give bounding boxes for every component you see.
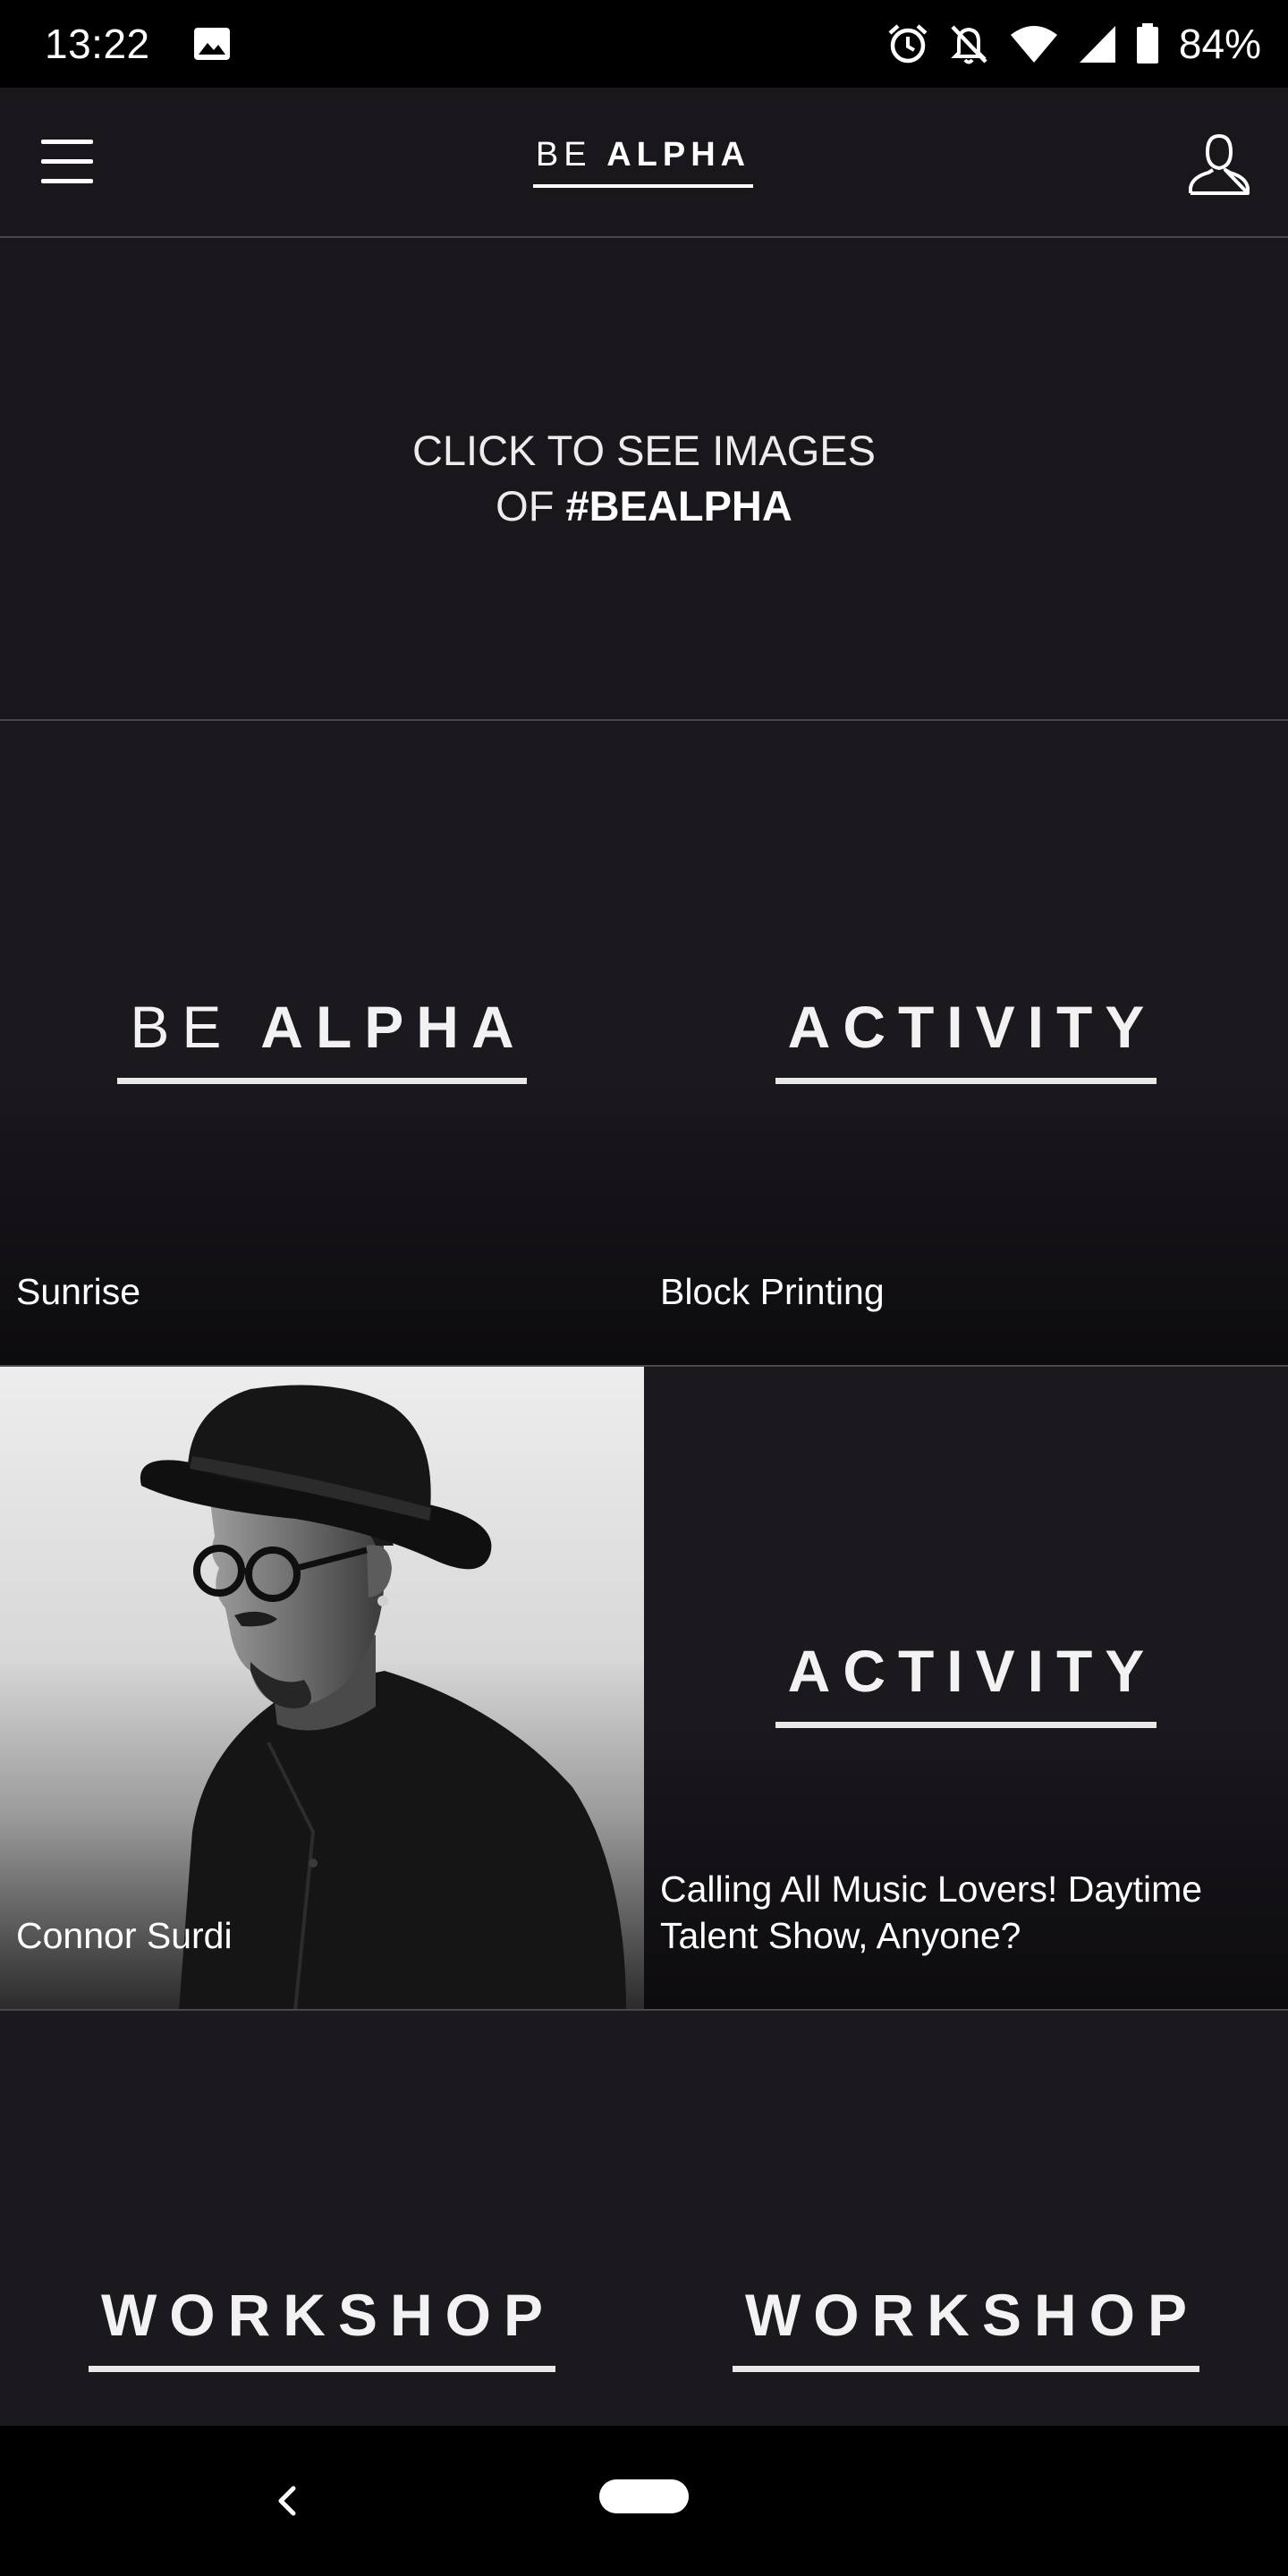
- event-tile[interactable]: WORKSHOP: [644, 2011, 1288, 2426]
- event-tile[interactable]: Connor Surdi: [0, 1367, 644, 2011]
- event-tile[interactable]: WORKSHOP: [0, 2011, 644, 2426]
- tile-caption: Calling All Music Lovers! Daytime Talent…: [660, 1868, 1203, 1956]
- banner-hashtag: #BEALPHA: [565, 482, 792, 530]
- logo-alpha: ALPHA: [606, 136, 751, 174]
- tile-caption: Connor Surdi: [16, 1915, 233, 1956]
- signal-icon: [1079, 26, 1115, 63]
- bealpha-images-banner[interactable]: CLICK TO SEE IMAGES OF #BEALPHA: [0, 238, 1288, 721]
- app-logo: BE ALPHA: [531, 134, 755, 190]
- logo-be: BE: [535, 136, 592, 174]
- back-chevron-icon[interactable]: [259, 2472, 317, 2529]
- activity-badge: ACTIVITY: [775, 991, 1157, 1084]
- banner-line-1: CLICK TO SEE IMAGES: [411, 427, 877, 474]
- user-profile-icon[interactable]: [1186, 131, 1252, 197]
- tile-caption: Sunrise: [16, 1271, 141, 1312]
- status-time: 13:22: [45, 21, 150, 67]
- alarm-icon: [888, 24, 928, 64]
- home-pill-icon[interactable]: [599, 2479, 689, 2513]
- bell-off-icon: [951, 25, 987, 64]
- event-tile[interactable]: BE ALPHA Sunrise: [0, 723, 644, 1367]
- wifi-icon: [1010, 26, 1057, 63]
- system-nav-bar: [0, 2426, 1288, 2576]
- hamburger-menu-icon[interactable]: [36, 132, 104, 191]
- event-tile[interactable]: ACTIVITY Block Printing: [644, 723, 1288, 1367]
- banner-line-2: OF #BEALPHA: [496, 482, 792, 530]
- app-header: BE ALPHA: [0, 88, 1288, 238]
- activity-badge: ACTIVITY: [775, 1635, 1157, 1728]
- workshop-badge: WORKSHOP: [89, 2279, 555, 2372]
- status-bar: 13:22 84%: [0, 0, 1288, 88]
- event-tile[interactable]: ACTIVITY Calling All Music Lovers! Dayti…: [644, 1367, 1288, 2011]
- tile-caption: Block Printing: [660, 1271, 885, 1312]
- workshop-badge: WORKSHOP: [733, 2279, 1199, 2372]
- be-alpha-badge: BE ALPHA: [117, 991, 527, 1084]
- battery-percent: 84%: [1178, 21, 1261, 67]
- logo-underline: [533, 184, 753, 188]
- battery-icon: [1136, 23, 1158, 64]
- status-icons: 84%: [887, 20, 1261, 68]
- image-icon: [194, 28, 230, 60]
